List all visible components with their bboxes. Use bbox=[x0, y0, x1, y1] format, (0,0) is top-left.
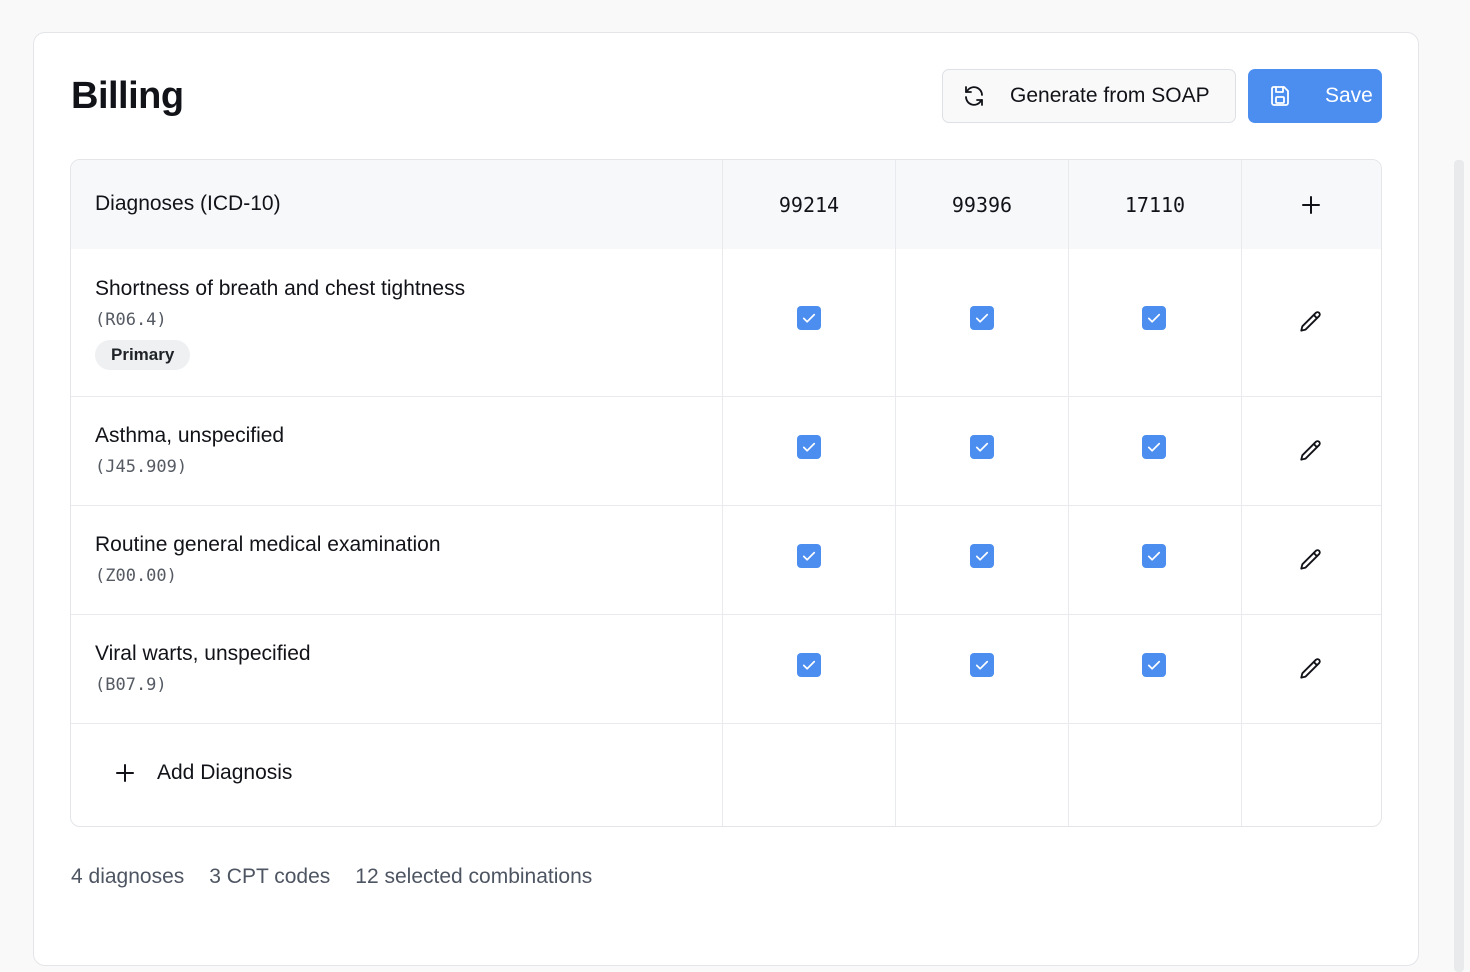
billing-matrix: Diagnoses (ICD-10) 99214 99396 17110 Sho… bbox=[70, 159, 1382, 827]
add-diagnosis-button[interactable]: Add Diagnosis bbox=[113, 761, 292, 785]
checkbox-checked-icon[interactable] bbox=[970, 306, 994, 330]
diagnosis-cell: Asthma, unspecified (J45.909) bbox=[95, 424, 284, 477]
checkbox-checked-icon[interactable] bbox=[1142, 435, 1166, 459]
generate-label: Generate from SOAP bbox=[1010, 84, 1210, 107]
diagnosis-code: (R06.4) bbox=[95, 310, 167, 330]
diagnosis-cell: Routine general medical examination (Z00… bbox=[95, 533, 441, 586]
add-cpt-icon[interactable] bbox=[1299, 193, 1323, 217]
diagnosis-code: (J45.909) bbox=[95, 457, 188, 477]
checkbox-checked-icon[interactable] bbox=[797, 653, 821, 677]
diagnosis-name: Asthma, unspecified bbox=[95, 424, 285, 447]
diagnosis-cell: Viral warts, unspecified (B07.9) bbox=[95, 642, 311, 695]
checkbox-checked-icon[interactable] bbox=[1142, 306, 1166, 330]
page-scrollbar[interactable] bbox=[1454, 160, 1464, 972]
diagnosis-code: (B07.9) bbox=[95, 675, 167, 695]
pencil-icon[interactable] bbox=[1298, 438, 1324, 464]
checkbox-checked-icon[interactable] bbox=[797, 435, 821, 459]
checkbox-checked-icon[interactable] bbox=[797, 544, 821, 568]
column-divider bbox=[1241, 160, 1242, 826]
pencil-icon[interactable] bbox=[1298, 309, 1324, 335]
floppy-disk-icon bbox=[1268, 84, 1292, 108]
billing-card: Billing Generate from SOAP Save Diagnose… bbox=[33, 32, 1419, 966]
checkbox-checked-icon[interactable] bbox=[970, 544, 994, 568]
add-diagnosis-label: Add Diagnosis bbox=[157, 761, 293, 784]
table-row: Routine general medical examination (Z00… bbox=[71, 506, 1381, 615]
column-divider bbox=[1068, 160, 1069, 826]
diagnosis-name: Viral warts, unspecified bbox=[95, 642, 311, 665]
primary-badge: Primary bbox=[95, 340, 191, 370]
diagnoses-count: 4 diagnoses bbox=[71, 865, 185, 888]
table-row: Asthma, unspecified (J45.909) bbox=[71, 397, 1381, 506]
column-divider bbox=[895, 160, 896, 826]
diagnosis-name: Routine general medical examination bbox=[95, 533, 441, 556]
table-header: Diagnoses (ICD-10) 99214 99396 17110 bbox=[71, 160, 1381, 249]
checkbox-checked-icon[interactable] bbox=[797, 306, 821, 330]
cpt-header-3: 17110 bbox=[1124, 193, 1186, 217]
combinations-count: 12 selected combinations bbox=[355, 865, 593, 888]
pencil-icon[interactable] bbox=[1298, 656, 1324, 682]
page-title: Billing bbox=[71, 75, 184, 117]
table-row: Viral warts, unspecified (B07.9) bbox=[71, 615, 1381, 724]
diagnosis-name: Shortness of breath and chest tightness bbox=[95, 277, 466, 300]
checkbox-checked-icon[interactable] bbox=[970, 653, 994, 677]
add-diagnosis-row: Add Diagnosis bbox=[71, 723, 1381, 826]
refresh-icon bbox=[962, 84, 986, 108]
generate-from-soap-button[interactable]: Generate from SOAP bbox=[942, 69, 1236, 123]
diagnoses-header: Diagnoses (ICD-10) bbox=[95, 192, 281, 215]
plus-icon bbox=[113, 761, 137, 785]
cpt-header-1: 99214 bbox=[778, 193, 840, 217]
cpt-header-2: 99396 bbox=[951, 193, 1013, 217]
column-divider bbox=[722, 160, 723, 826]
pencil-icon[interactable] bbox=[1298, 547, 1324, 573]
save-button[interactable]: Save bbox=[1248, 69, 1382, 123]
checkbox-checked-icon[interactable] bbox=[1142, 653, 1166, 677]
diagnosis-code: (Z00.00) bbox=[95, 566, 177, 586]
diagnosis-cell: Shortness of breath and chest tightness … bbox=[95, 277, 465, 370]
checkbox-checked-icon[interactable] bbox=[1142, 544, 1166, 568]
billing-summary: 4 diagnoses 3 CPT codes 12 selected comb… bbox=[71, 865, 592, 889]
checkbox-checked-icon[interactable] bbox=[970, 435, 994, 459]
cpt-count: 3 CPT codes bbox=[209, 865, 331, 888]
save-label: Save bbox=[1325, 84, 1373, 107]
table-row: Shortness of breath and chest tightness … bbox=[71, 249, 1381, 397]
